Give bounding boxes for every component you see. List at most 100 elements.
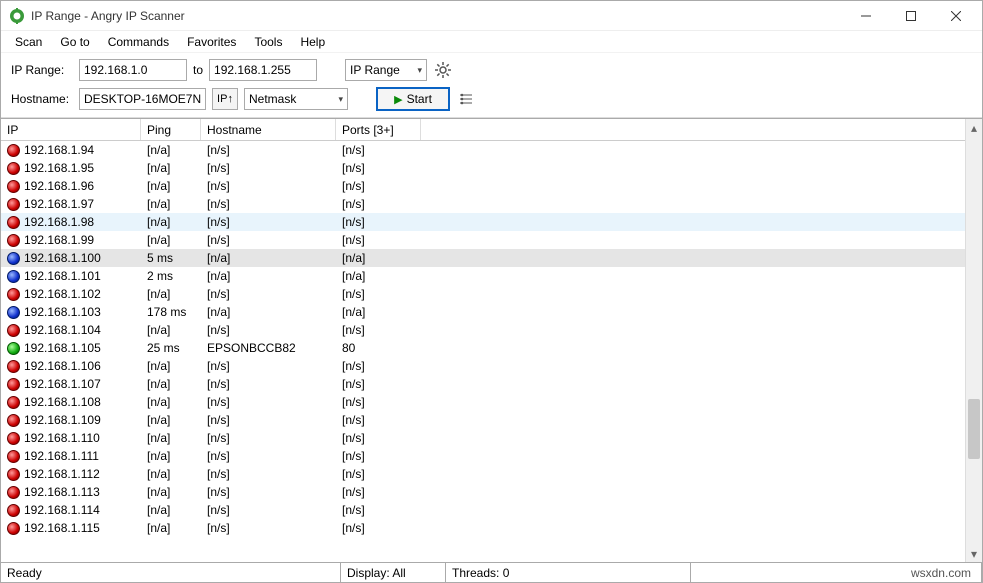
cell-hostname: EPSONBCCB82 [201, 341, 336, 355]
cell-ports: [n/s] [336, 467, 421, 481]
table-row[interactable]: 192.168.1.1005 ms[n/a][n/a] [1, 249, 965, 267]
close-button[interactable] [933, 2, 978, 30]
table-row[interactable]: 192.168.1.108[n/a][n/s][n/s] [1, 393, 965, 411]
table-row[interactable]: 192.168.1.104[n/a][n/s][n/s] [1, 321, 965, 339]
ip-up-button[interactable]: IP↑ [212, 88, 238, 110]
cell-ip: 192.168.1.95 [24, 161, 94, 175]
status-dot-red [7, 180, 20, 193]
scroll-thumb[interactable] [968, 399, 980, 459]
status-dot-blue [7, 306, 20, 319]
col-ping[interactable]: Ping [141, 119, 201, 140]
cell-ping: [n/a] [141, 179, 201, 193]
cell-ip: 192.168.1.94 [24, 143, 94, 157]
table-row[interactable]: 192.168.1.10525 msEPSONBCCB8280 [1, 339, 965, 357]
cell-hostname: [n/s] [201, 431, 336, 445]
table-row[interactable]: 192.168.1.114[n/a][n/s][n/s] [1, 501, 965, 519]
table-row[interactable]: 192.168.1.110[n/a][n/s][n/s] [1, 429, 965, 447]
cell-hostname: [n/s] [201, 287, 336, 301]
cell-hostname: [n/a] [201, 251, 336, 265]
scrollbar[interactable]: ▴ ▾ [965, 119, 982, 562]
cell-ports: [n/s] [336, 197, 421, 211]
ip-from-input[interactable] [79, 59, 187, 81]
table-row[interactable]: 192.168.1.95[n/a][n/s][n/s] [1, 159, 965, 177]
table-row[interactable]: 192.168.1.102[n/a][n/s][n/s] [1, 285, 965, 303]
cell-hostname: [n/s] [201, 467, 336, 481]
netmask-combo-label: Netmask [249, 92, 296, 106]
col-ip[interactable]: IP [1, 119, 141, 140]
cell-hostname: [n/s] [201, 359, 336, 373]
status-dot-blue [7, 270, 20, 283]
cell-ping: [n/a] [141, 377, 201, 391]
gear-icon[interactable] [433, 60, 453, 80]
table-row[interactable]: 192.168.1.106[n/a][n/s][n/s] [1, 357, 965, 375]
table-row[interactable]: 192.168.1.113[n/a][n/s][n/s] [1, 483, 965, 501]
maximize-button[interactable] [888, 2, 933, 30]
cell-ports: [n/s] [336, 503, 421, 517]
status-display: Display: All [341, 563, 446, 582]
table-row[interactable]: 192.168.1.107[n/a][n/s][n/s] [1, 375, 965, 393]
hostname-input[interactable] [79, 88, 206, 110]
iprange-label: IP Range: [11, 63, 73, 77]
chevron-down-icon: ▾ [338, 94, 343, 105]
table-row[interactable]: 192.168.1.109[n/a][n/s][n/s] [1, 411, 965, 429]
table-row[interactable]: 192.168.1.97[n/a][n/s][n/s] [1, 195, 965, 213]
status-dot-red [7, 144, 20, 157]
cell-ip: 192.168.1.109 [24, 413, 101, 427]
status-dot-red [7, 504, 20, 517]
cell-ip: 192.168.1.106 [24, 359, 101, 373]
cell-ip: 192.168.1.107 [24, 377, 101, 391]
cell-ports: [n/s] [336, 233, 421, 247]
start-button[interactable]: ▶ Start [376, 87, 450, 111]
cell-ip: 192.168.1.102 [24, 287, 101, 301]
table-row[interactable]: 192.168.1.1012 ms[n/a][n/a] [1, 267, 965, 285]
table-row[interactable]: 192.168.1.94[n/a][n/s][n/s] [1, 141, 965, 159]
iprange-combo-label: IP Range [350, 63, 400, 77]
cell-hostname: [n/s] [201, 179, 336, 193]
scroll-up-icon[interactable]: ▴ [966, 119, 982, 136]
menu-goto[interactable]: Go to [52, 33, 97, 51]
status-brand: wsxdn.com [691, 563, 982, 582]
cell-ip: 192.168.1.108 [24, 395, 101, 409]
cell-ports: [n/a] [336, 251, 421, 265]
play-icon: ▶ [394, 93, 402, 106]
cell-ip: 192.168.1.111 [24, 449, 99, 463]
status-ready: Ready [1, 563, 341, 582]
cell-ping: [n/a] [141, 395, 201, 409]
menu-tools[interactable]: Tools [246, 33, 290, 51]
table-row[interactable]: 192.168.1.98[n/a][n/s][n/s] [1, 213, 965, 231]
menu-help[interactable]: Help [292, 33, 333, 51]
table-row[interactable]: 192.168.1.103178 ms[n/a][n/a] [1, 303, 965, 321]
ip-to-input[interactable] [209, 59, 317, 81]
menu-scan[interactable]: Scan [7, 33, 50, 51]
cell-ping: [n/a] [141, 143, 201, 157]
table-row[interactable]: 192.168.1.111[n/a][n/s][n/s] [1, 447, 965, 465]
cell-ports: [n/a] [336, 305, 421, 319]
minimize-button[interactable] [843, 2, 888, 30]
cell-ip: 192.168.1.114 [24, 503, 100, 517]
scroll-down-icon[interactable]: ▾ [966, 545, 982, 562]
preferences-icon[interactable] [456, 89, 476, 109]
cell-ports: [n/s] [336, 323, 421, 337]
menu-favorites[interactable]: Favorites [179, 33, 244, 51]
table-row[interactable]: 192.168.1.96[n/a][n/s][n/s] [1, 177, 965, 195]
col-hostname[interactable]: Hostname [201, 119, 336, 140]
chevron-down-icon: ▾ [417, 65, 422, 76]
status-dot-red [7, 360, 20, 373]
cell-hostname: [n/s] [201, 197, 336, 211]
netmask-combo[interactable]: Netmask ▾ [244, 88, 348, 110]
status-dot-red [7, 216, 20, 229]
status-dot-red [7, 234, 20, 247]
cell-ip: 192.168.1.105 [24, 341, 101, 355]
cell-hostname: [n/s] [201, 503, 336, 517]
cell-ports: [n/s] [336, 161, 421, 175]
table-row[interactable]: 192.168.1.99[n/a][n/s][n/s] [1, 231, 965, 249]
table-row[interactable]: 192.168.1.112[n/a][n/s][n/s] [1, 465, 965, 483]
cell-ping: [n/a] [141, 449, 201, 463]
col-ports[interactable]: Ports [3+] [336, 119, 421, 140]
cell-ports: [n/s] [336, 395, 421, 409]
status-dot-red [7, 486, 20, 499]
status-dot-blue [7, 252, 20, 265]
menu-commands[interactable]: Commands [100, 33, 177, 51]
iprange-combo[interactable]: IP Range ▾ [345, 59, 427, 81]
table-row[interactable]: 192.168.1.115[n/a][n/s][n/s] [1, 519, 965, 537]
